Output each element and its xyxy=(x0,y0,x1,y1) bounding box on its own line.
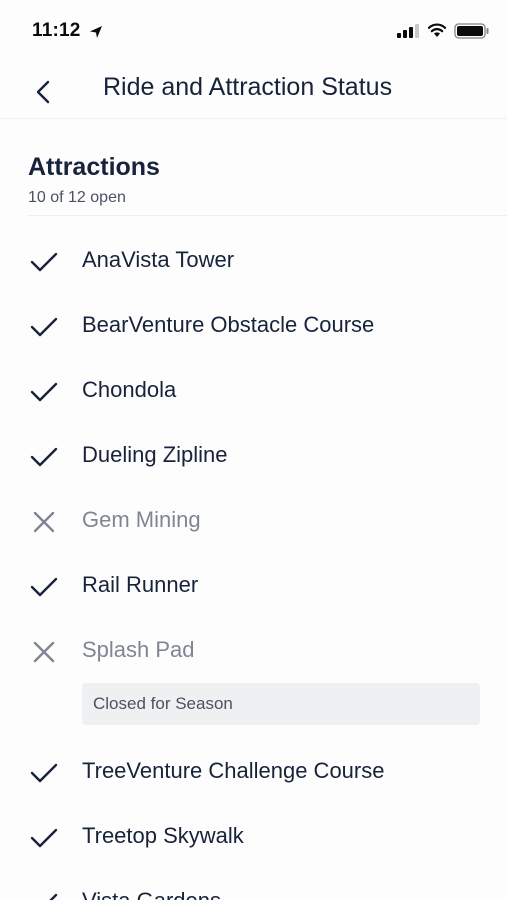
open-count: 10 of 12 open xyxy=(28,189,126,206)
status-time: 11:12 xyxy=(32,20,81,41)
attraction-name: Rail Runner xyxy=(82,572,199,597)
list-item: Splash Pad xyxy=(0,618,507,683)
attraction-name: Gem Mining xyxy=(82,507,201,532)
list-item: Chondola xyxy=(0,358,507,423)
checkmark-icon xyxy=(30,447,58,467)
list-item: AnaVista Tower xyxy=(0,228,507,293)
checkmark-icon xyxy=(49,893,58,900)
section-title: Attractions xyxy=(28,153,160,181)
chevron-left-icon xyxy=(36,80,50,104)
attraction-name: Treetop Skywalk xyxy=(82,823,244,848)
list-item: Gem Mining xyxy=(0,488,507,553)
attraction-name: Dueling Zipline xyxy=(82,442,228,467)
list-item: Dueling Zipline xyxy=(0,423,507,488)
screen: 11:12 Ride and Attraction Status Attract… xyxy=(0,0,507,900)
list-item: BearVenture Obstacle Course xyxy=(0,293,507,358)
attraction-name: Chondola xyxy=(82,377,177,402)
section-header: Attractions 10 of 12 open xyxy=(28,150,507,208)
list-item: Rail Runner xyxy=(0,553,507,618)
checkmark-icon xyxy=(30,317,58,337)
attraction-name: AnaVista Tower xyxy=(82,247,235,272)
checkmark-icon xyxy=(30,252,58,272)
location-arrow-icon xyxy=(90,26,102,38)
checkmark-icon xyxy=(30,828,58,848)
attraction-name: Vista Gardens xyxy=(82,888,221,900)
list-item: TreeVenture Challenge Course xyxy=(0,739,507,804)
x-icon xyxy=(33,641,55,663)
divider xyxy=(28,215,507,216)
checkmark-icon xyxy=(30,577,58,597)
attraction-name: TreeVenture Challenge Course xyxy=(82,758,385,783)
closed-note: Closed for Season xyxy=(82,683,480,725)
battery-icon xyxy=(454,23,489,39)
list-item: Treetop Skywalk xyxy=(0,804,507,869)
list-item: Vista Gardens xyxy=(0,869,507,900)
nav-header: Ride and Attraction Status xyxy=(0,64,507,119)
attraction-name: BearVenture Obstacle Course xyxy=(82,312,375,337)
checkmark-icon xyxy=(30,763,58,783)
cellular-signal-icon xyxy=(397,24,419,38)
attraction-name: Splash Pad xyxy=(82,637,195,662)
closed-note-text: Closed for Season xyxy=(93,694,233,713)
x-icon xyxy=(33,511,55,533)
status-bar: 11:12 xyxy=(0,0,507,64)
page-title: Ride and Attraction Status xyxy=(103,73,393,101)
checkmark-icon xyxy=(30,382,58,402)
wifi-icon xyxy=(427,23,447,37)
back-button[interactable] xyxy=(24,72,64,112)
attraction-list: AnaVista Tower BearVenture Obstacle Cours… xyxy=(0,228,507,900)
